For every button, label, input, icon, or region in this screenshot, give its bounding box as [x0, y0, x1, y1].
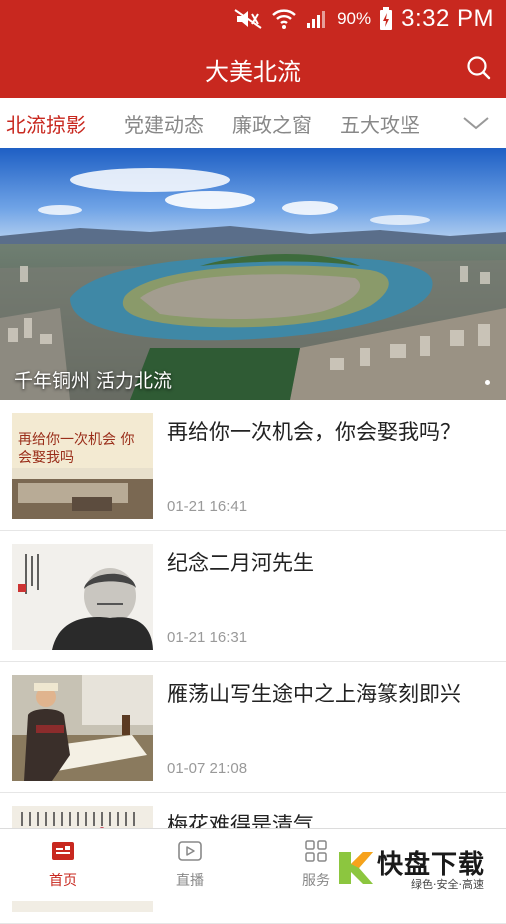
nav-live[interactable]: 直播	[150, 839, 230, 890]
thumbnail-text: 再给你一次机会 你会娶我吗	[18, 432, 135, 466]
news-title: 雁荡山写生途中之上海篆刻即兴	[167, 682, 461, 706]
news-item[interactable]: 再给你一次机会 你会娶我吗 再给你一次机会，你会娶我吗？ 01-21 16:41	[0, 400, 506, 531]
page-title: 大美北流	[205, 58, 301, 86]
news-date: 01-21 16:41	[167, 498, 248, 515]
watermark-sub: 绿色·安全·高速	[411, 878, 484, 891]
news-thumbnail	[12, 675, 153, 781]
expand-tabs-button[interactable]	[456, 106, 496, 140]
play-icon	[178, 841, 202, 861]
battery-charging-icon	[380, 7, 393, 30]
home-icon	[52, 842, 74, 860]
search-button[interactable]	[462, 51, 496, 85]
nav-home-label: 首页	[49, 873, 77, 889]
wifi-icon	[272, 9, 296, 29]
tab-dangjian-dongtai[interactable]: 党建动态	[124, 109, 204, 138]
tab-lianzheng-zhichuang[interactable]: 廉政之窗	[232, 109, 312, 138]
mute-icon	[234, 9, 262, 29]
grid-icon	[305, 840, 327, 862]
carousel-indicator	[485, 380, 490, 385]
banner-image	[0, 148, 506, 400]
news-date: 01-21 16:31	[167, 629, 248, 646]
news-title: 纪念二月河先生	[167, 551, 314, 575]
chevron-down-icon	[463, 117, 489, 130]
tab-wuda-gongjian[interactable]: 五大攻坚	[340, 109, 420, 138]
category-tabs: 北流掠影 党建动态 廉政之窗 五大攻坚	[0, 98, 506, 149]
clock: 3:32 PM	[401, 5, 494, 32]
status-bar: 90% 3:32 PM	[0, 0, 506, 38]
news-title: 再给你一次机会，你会娶我吗？	[167, 420, 461, 444]
nav-home[interactable]: 首页	[23, 839, 103, 890]
watermark-k-icon	[339, 852, 373, 884]
news-date: 01-07 21:08	[167, 760, 248, 777]
tab-beiliu-lueying[interactable]: 北流掠影	[6, 109, 86, 138]
news-thumbnail	[12, 544, 153, 650]
news-item[interactable]: 纪念二月河先生 01-21 16:31	[0, 531, 506, 662]
news-thumbnail: 再给你一次机会 你会娶我吗	[12, 413, 153, 519]
signal-icon	[307, 11, 326, 28]
status-icons: 90% 3:32 PM	[233, 4, 494, 34]
nav-live-label: 直播	[176, 873, 204, 889]
battery-percent: 90%	[337, 9, 372, 28]
news-item[interactable]: 雁荡山写生途中之上海篆刻即兴 01-07 21:08	[0, 662, 506, 793]
banner-carousel[interactable]: 千年铜州 活力北流	[0, 148, 506, 400]
watermark-logo: 快盘下载 绿色·安全·高速	[333, 838, 506, 900]
search-icon	[467, 56, 491, 80]
banner-caption: 千年铜州 活力北流	[14, 370, 173, 392]
app-bar: 大美北流	[0, 38, 506, 98]
